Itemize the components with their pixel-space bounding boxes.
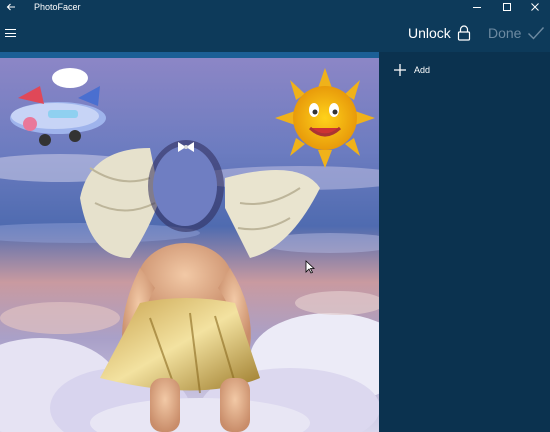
plus-icon — [394, 64, 406, 76]
minimize-button[interactable] — [462, 0, 492, 14]
close-button[interactable] — [520, 0, 550, 14]
maximize-button[interactable] — [492, 0, 522, 14]
command-bar: Unlock Done — [0, 14, 550, 52]
arrow-left-icon — [6, 3, 15, 11]
hamburger-menu-icon[interactable] — [4, 26, 18, 40]
side-panel: Add — [379, 52, 550, 432]
app-title: PhotoFacer — [34, 2, 81, 12]
unlock-label: Unlock — [408, 25, 451, 41]
back-button[interactable] — [4, 0, 18, 14]
add-button[interactable]: Add — [393, 62, 430, 78]
minimize-icon — [473, 7, 481, 8]
mouse-cursor-icon — [305, 260, 315, 274]
checkmark-icon — [528, 27, 545, 40]
lock-icon — [457, 25, 470, 41]
done-label: Done — [488, 25, 522, 41]
photo-template-image — [0, 58, 379, 432]
add-label: Add — [414, 65, 431, 75]
photo-canvas[interactable] — [0, 58, 379, 432]
done-button[interactable]: Done — [488, 20, 545, 46]
title-bar: PhotoFacer — [0, 0, 550, 14]
maximize-icon — [503, 3, 511, 11]
close-icon — [531, 3, 539, 11]
unlock-button[interactable]: Unlock — [408, 20, 471, 46]
